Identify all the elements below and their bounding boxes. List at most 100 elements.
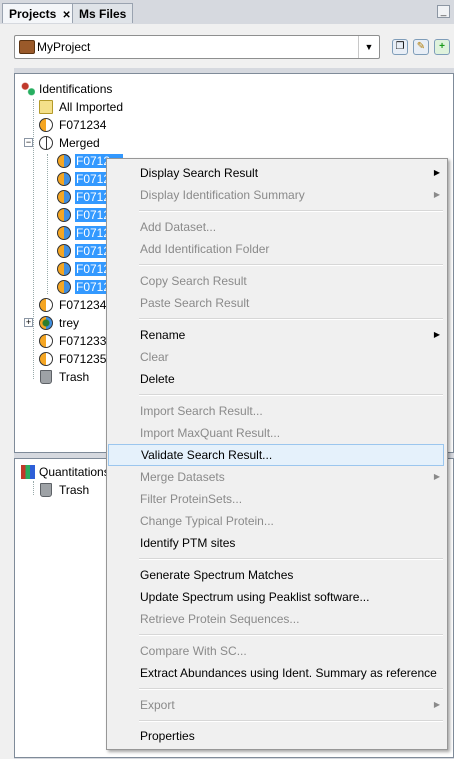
tree-node-trash[interactable]: Trash [39, 481, 89, 499]
menu-item-label: Properties [140, 729, 195, 743]
menu-item-add-dataset[interactable]: Add Dataset... [108, 216, 444, 238]
menu-item-label: Extract Abundances using Ident. Summary … [140, 666, 437, 680]
tree-node-f071234-2[interactable]: F071234 [39, 296, 106, 314]
new-project-button[interactable]: ❐ [392, 39, 408, 55]
minimize-button[interactable]: _ [437, 5, 450, 18]
menu-item-merge-datasets[interactable]: Merge Datasets ▶ [108, 466, 444, 488]
tree-node-merged-child[interactable]: F0712 [57, 242, 112, 260]
menu-item-add-identification-folder[interactable]: Add Identification Folder [108, 238, 444, 260]
menu-separator [139, 210, 443, 212]
menu-item-label: Retrieve Protein Sequences... [140, 612, 300, 626]
menu-item-retrieve-protein-sequences[interactable]: Retrieve Protein Sequences... [108, 608, 444, 630]
tab-ms-files-label: Ms Files [79, 7, 127, 21]
tree-line [47, 154, 49, 294]
dataset-icon [39, 316, 53, 330]
menu-item-import-search-result[interactable]: Import Search Result... [108, 400, 444, 422]
tree-node-label: F071234 [59, 298, 107, 312]
context-menu: Display Search Result ▶ Display Identific… [106, 158, 448, 750]
tree-node-quantitations[interactable]: Quantitations [21, 463, 110, 481]
menu-item-label: Rename [140, 328, 186, 342]
close-icon[interactable]: ✕ [62, 10, 70, 21]
expand-icon[interactable]: + [24, 318, 33, 327]
tree-node-merged-child[interactable]: F0712 [57, 188, 112, 206]
project-selector-value: MyProject [37, 40, 91, 54]
tree-node-identifications[interactable]: Identifications [21, 80, 112, 98]
tree-node-label: F071233 [59, 334, 107, 348]
tree-node-merged-child[interactable]: F0712 [57, 224, 112, 242]
menu-item-display-search-result[interactable]: Display Search Result ▶ [108, 162, 444, 184]
menu-item-delete[interactable]: Delete [108, 368, 444, 390]
search-result-icon [39, 118, 53, 132]
edit-icon: ✎ [416, 41, 426, 52]
collapse-icon[interactable]: − [24, 138, 33, 147]
menu-separator [139, 264, 443, 266]
menu-item-label: Generate Spectrum Matches [140, 568, 294, 582]
menu-item-export[interactable]: Export ▶ [108, 694, 444, 716]
tree-node-label: Trash [59, 483, 90, 497]
tree-node-label: Quantitations [39, 465, 110, 479]
tree-node-trash[interactable]: Trash [39, 368, 89, 386]
menu-separator [139, 394, 443, 396]
menu-item-label: Add Identification Folder [140, 242, 270, 256]
tree-node-f071234[interactable]: F071234 [39, 116, 106, 134]
menu-item-label: Merge Datasets [140, 470, 225, 484]
search-result-icon [57, 172, 71, 186]
tab-projects[interactable]: Projects ✕ [2, 3, 78, 23]
menu-item-label: Filter ProteinSets... [140, 492, 243, 506]
menu-item-clear[interactable]: Clear [108, 346, 444, 368]
tree-node-merged-child[interactable]: F0712 [57, 170, 112, 188]
quantitations-icon [21, 465, 35, 479]
tree-line [33, 481, 35, 495]
menu-separator [139, 688, 443, 690]
menu-item-label: Change Typical Protein... [140, 514, 274, 528]
tree-node-merged-child[interactable]: F0712 [57, 206, 112, 224]
search-result-icon [39, 298, 53, 312]
menu-separator [139, 720, 443, 722]
menu-item-label: Import Search Result... [140, 404, 263, 418]
submenu-arrow-icon: ▶ [433, 330, 440, 339]
menu-item-label: Display Search Result [140, 166, 259, 180]
menu-item-update-spectrum[interactable]: Update Spectrum using Peaklist software.… [108, 586, 444, 608]
menu-item-filter-proteinsets[interactable]: Filter ProteinSets... [108, 488, 444, 510]
tree-node-label: Identifications [39, 82, 113, 96]
menu-item-compare-with-sc[interactable]: Compare With SC... [108, 640, 444, 662]
menu-item-import-maxquant-result[interactable]: Import MaxQuant Result... [108, 422, 444, 444]
tree-node-trey[interactable]: + trey [23, 314, 79, 332]
submenu-arrow-icon: ▶ [433, 190, 440, 199]
menu-item-properties[interactable]: Properties [108, 725, 444, 747]
tab-projects-label: Projects [9, 7, 57, 21]
menu-item-change-typical-protein[interactable]: Change Typical Protein... [108, 510, 444, 532]
menu-separator [139, 634, 443, 636]
menu-item-label: Identify PTM sites [140, 536, 236, 550]
briefcase-icon [19, 40, 35, 54]
menu-item-extract-abundances[interactable]: Extract Abundances using Ident. Summary … [108, 662, 444, 684]
menu-item-validate-search-result[interactable]: Validate Search Result... [108, 444, 444, 466]
project-selector[interactable]: MyProject ▼ [14, 35, 380, 59]
search-result-icon [57, 226, 71, 240]
tree-node-merged-child[interactable]: F0712 [57, 278, 112, 296]
tree-node-label: Merged [59, 136, 100, 150]
tree-node-f071233[interactable]: F071233 [39, 332, 106, 350]
menu-item-rename[interactable]: Rename ▶ [108, 324, 444, 346]
submenu-arrow-icon: ▶ [433, 700, 440, 709]
chevron-down-icon[interactable]: ▼ [358, 36, 379, 58]
tab-ms-files[interactable]: Ms Files [72, 3, 134, 23]
tree-node-merged-child[interactable]: F0712 [57, 260, 112, 278]
menu-item-label: Validate Search Result... [141, 448, 273, 462]
tree-node-all-imported[interactable]: All Imported [39, 98, 123, 116]
add-project-button[interactable]: + [434, 39, 450, 55]
menu-item-label: Export [140, 698, 175, 712]
menu-item-identify-ptm-sites[interactable]: Identify PTM sites [108, 532, 444, 554]
tree-node-merged[interactable]: − Merged [23, 134, 100, 152]
menu-item-copy-search-result[interactable]: Copy Search Result [108, 270, 444, 292]
search-result-icon [57, 154, 71, 168]
menu-item-generate-spectrum-matches[interactable]: Generate Spectrum Matches [108, 564, 444, 586]
menu-item-display-identification-summary[interactable]: Display Identification Summary ▶ [108, 184, 444, 206]
menu-item-paste-search-result[interactable]: Paste Search Result [108, 292, 444, 314]
identifications-icon [21, 82, 35, 96]
menu-item-label: Add Dataset... [140, 220, 217, 234]
tree-node-f071235[interactable]: F071235 [39, 350, 106, 368]
edit-project-button[interactable]: ✎ [413, 39, 429, 55]
menu-item-label: Delete [140, 372, 175, 386]
submenu-arrow-icon: ▶ [433, 472, 440, 481]
